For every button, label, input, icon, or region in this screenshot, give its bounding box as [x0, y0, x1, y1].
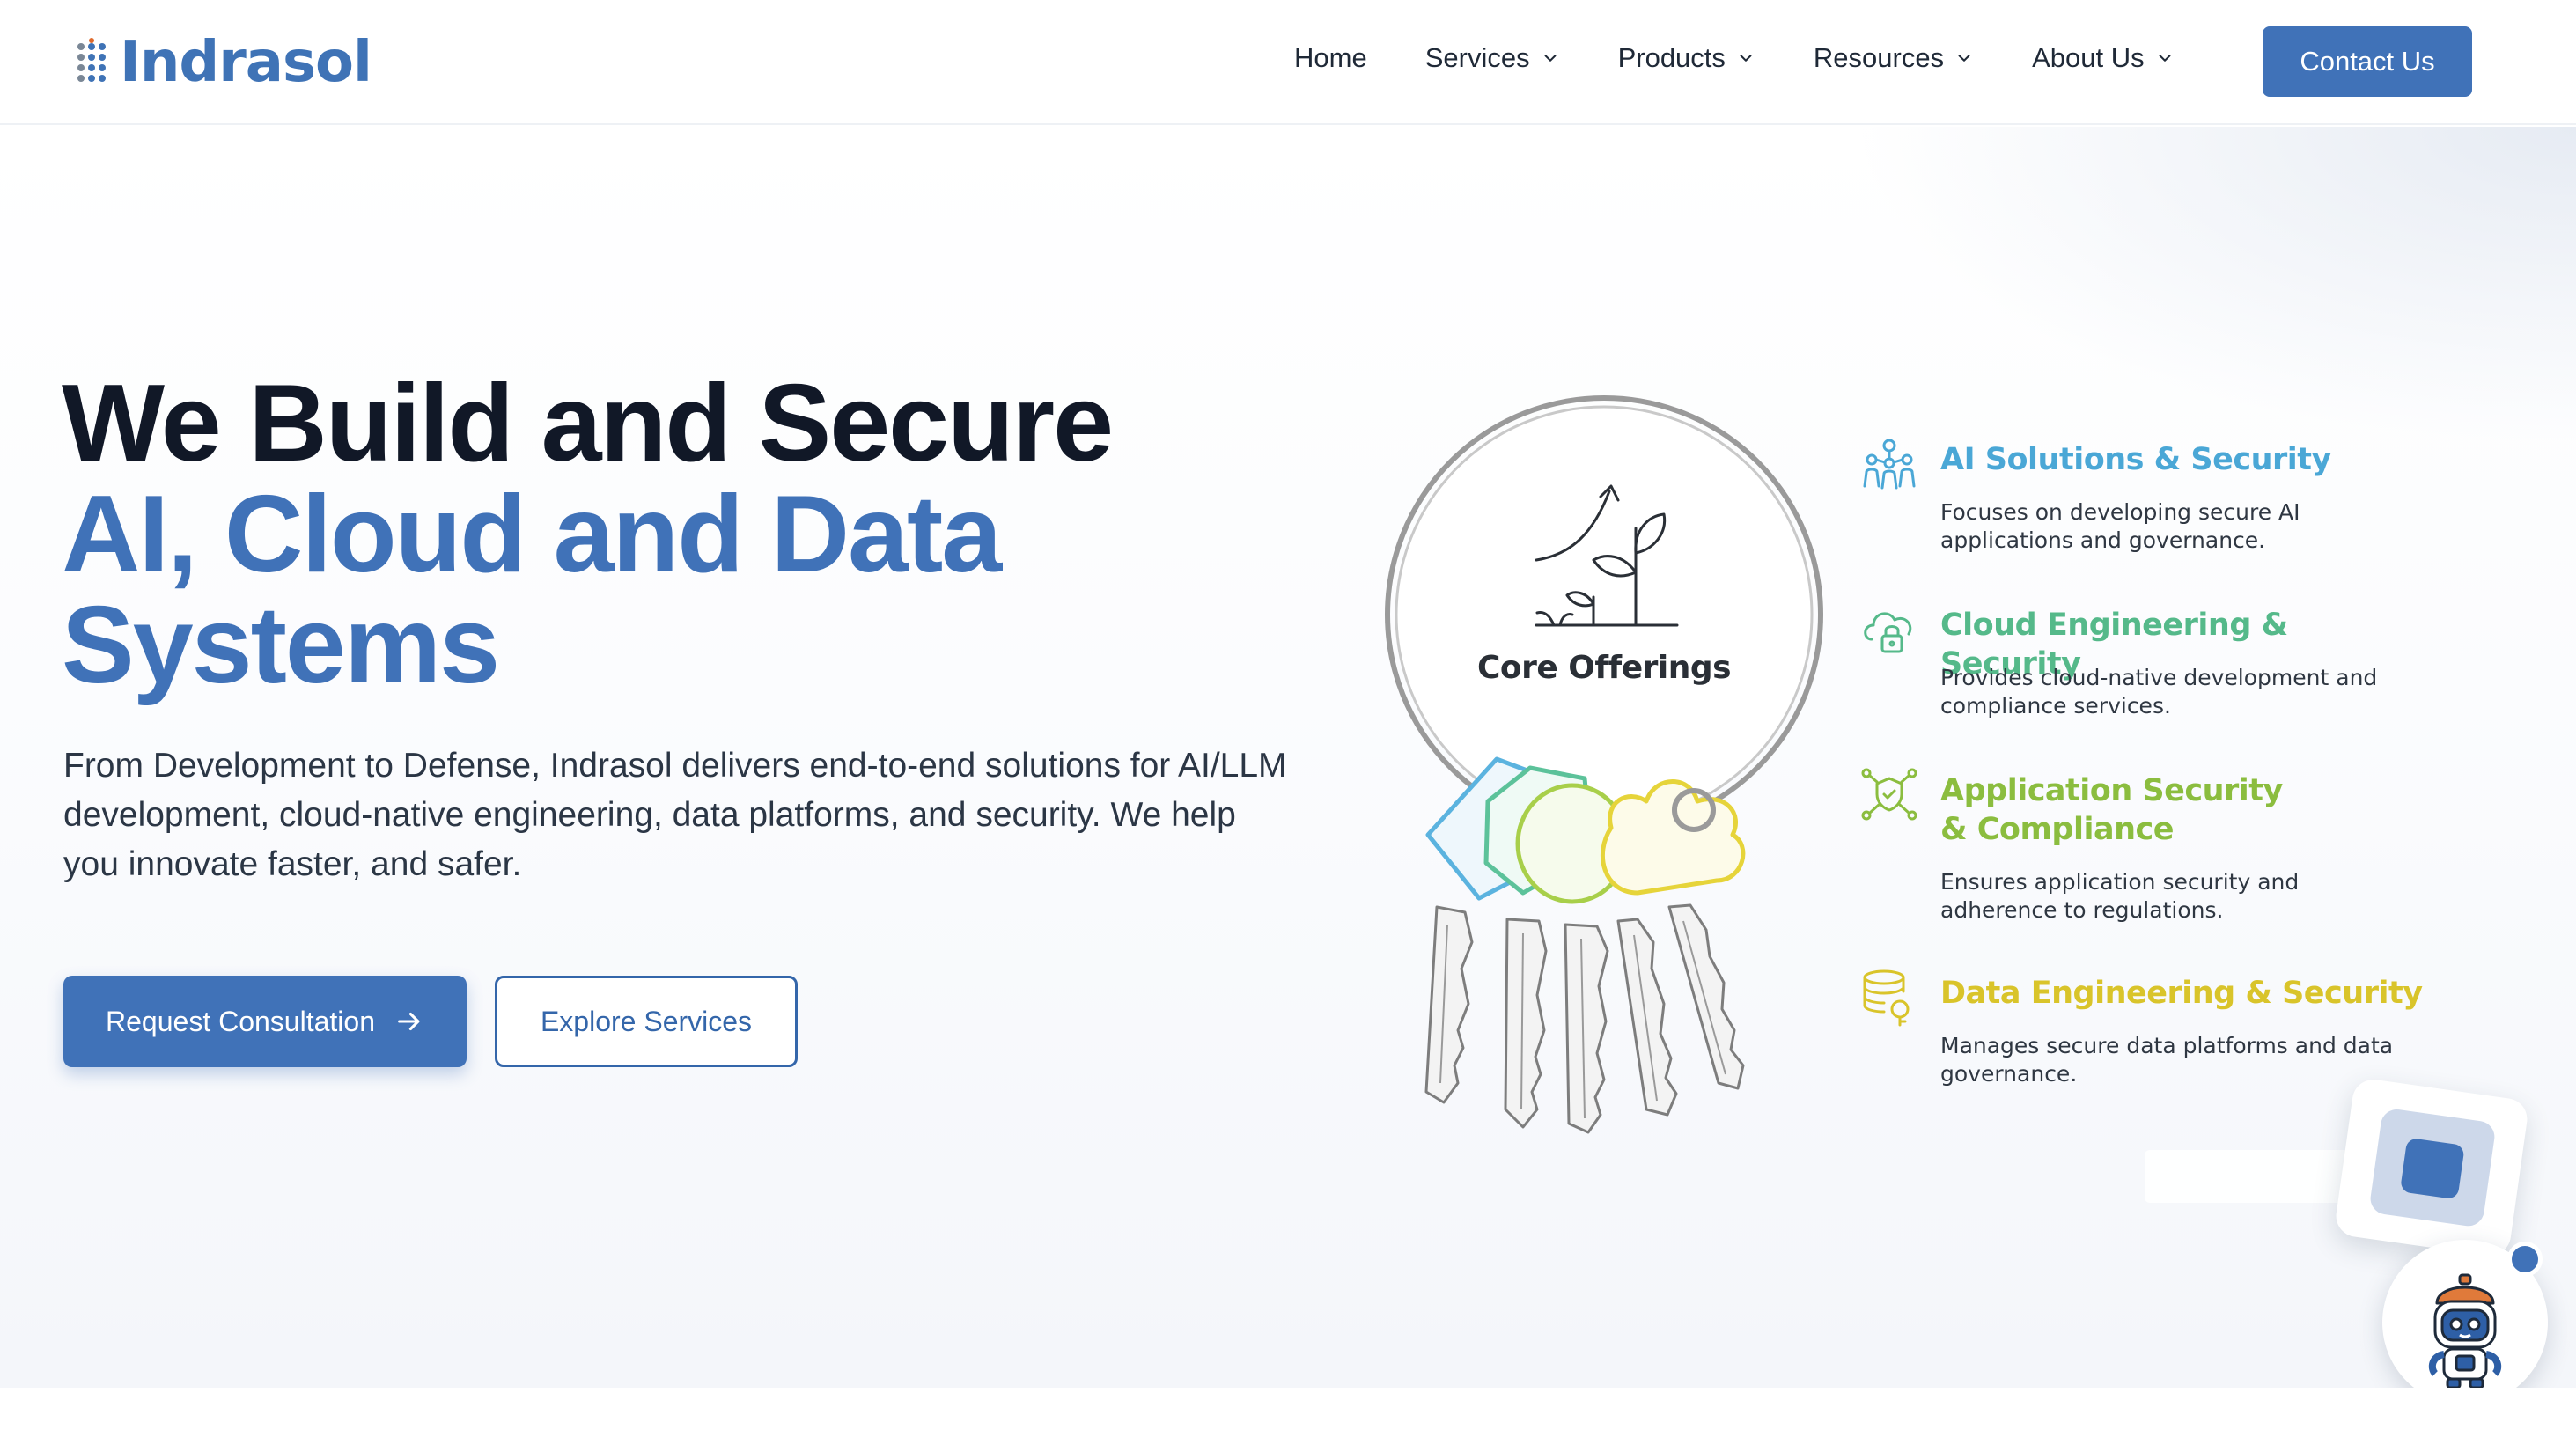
chevron-down-icon: [1544, 55, 1557, 62]
chevron-down-icon: [1958, 55, 1970, 62]
logo[interactable]: Indrasol: [76, 30, 372, 95]
chat-preview-bar: [2145, 1150, 2349, 1203]
offering-description: Manages secure data platforms and data g…: [1940, 1033, 2394, 1087]
request-consultation-button[interactable]: Request Consultation: [63, 976, 467, 1067]
hero-title-line3: Systems: [62, 585, 500, 706]
contact-us-button[interactable]: Contact Us: [2263, 26, 2472, 97]
offering-description: Provides cloud-native development and co…: [1940, 665, 2378, 719]
chat-notification-dot: [2507, 1242, 2543, 1277]
hero-description: From Development to Defense, Indrasol de…: [63, 747, 1287, 883]
offering-data-engineering[interactable]: Data Engineering & Security Manages secu…: [1859, 967, 2423, 1099]
core-offerings-label: Core Offerings: [1476, 650, 1732, 686]
offering-application-security[interactable]: Application Security & Compliance Ensure…: [1859, 764, 2423, 923]
nav-products[interactable]: Products: [1618, 42, 1755, 74]
nav-home-label: Home: [1294, 42, 1367, 73]
cloud-lock-icon: [1864, 612, 1912, 653]
next-section-edge: [0, 1388, 2576, 1430]
offering-title: AI Solutions & Security: [1940, 442, 2331, 477]
offering-ai-solutions[interactable]: AI Solutions & Security Focuses on devel…: [1859, 433, 2423, 565]
chevron-down-icon: [1740, 55, 1752, 62]
database-key-icon: [1863, 969, 1910, 1027]
hero-title-line2: AI, Cloud and Data: [62, 474, 1002, 595]
nav-about-label: About Us: [2032, 42, 2145, 73]
chat-square-icon: [2399, 1137, 2465, 1200]
offering-description: Focuses on developing secure AI applicat…: [1940, 499, 2300, 553]
shield-network-icon: [1861, 768, 1917, 821]
chevron-down-icon: [2159, 55, 2171, 62]
hero-glow: [1854, 127, 2576, 444]
offering-title: Application Security & Compliance: [1940, 773, 2283, 847]
top-navigation: Indrasol Home Services Products Resource…: [0, 0, 2576, 125]
nav-products-label: Products: [1617, 42, 1726, 73]
hero-title: We Build and Secure AI, Cloud and Data S…: [62, 363, 1114, 706]
nav-about[interactable]: About Us: [2032, 42, 2175, 74]
chat-card-inner: [2368, 1107, 2497, 1228]
keyring-illustration: [1385, 395, 1823, 1134]
nav-services-label: Services: [1424, 42, 1530, 73]
network-people-icon: [1863, 439, 1916, 490]
nav-services[interactable]: Services: [1425, 42, 1560, 74]
logo-dots-icon: [77, 38, 106, 82]
offering-cloud-engineering[interactable]: Cloud Engineering & Security Provides cl…: [1859, 599, 2423, 731]
offering-title: Data Engineering & Security: [1940, 976, 2423, 1011]
nav-resources[interactable]: Resources: [1814, 42, 1974, 74]
nav-home[interactable]: Home: [1294, 42, 1367, 74]
request-consultation-label: Request Consultation: [106, 1005, 375, 1037]
arrow-right-icon: [398, 1012, 420, 1031]
hero-title-line1: We Build and Secure: [62, 363, 1114, 484]
nav-resources-label: Resources: [1813, 42, 1945, 73]
main-menu: Home Services Products Resources About U…: [1294, 42, 2233, 74]
offering-description: Ensures application security and adheren…: [1940, 869, 2300, 923]
chat-launcher-card[interactable]: [2333, 1076, 2530, 1259]
logo-text: Indrasol: [120, 30, 372, 95]
explore-services-button[interactable]: Explore Services: [495, 976, 798, 1067]
